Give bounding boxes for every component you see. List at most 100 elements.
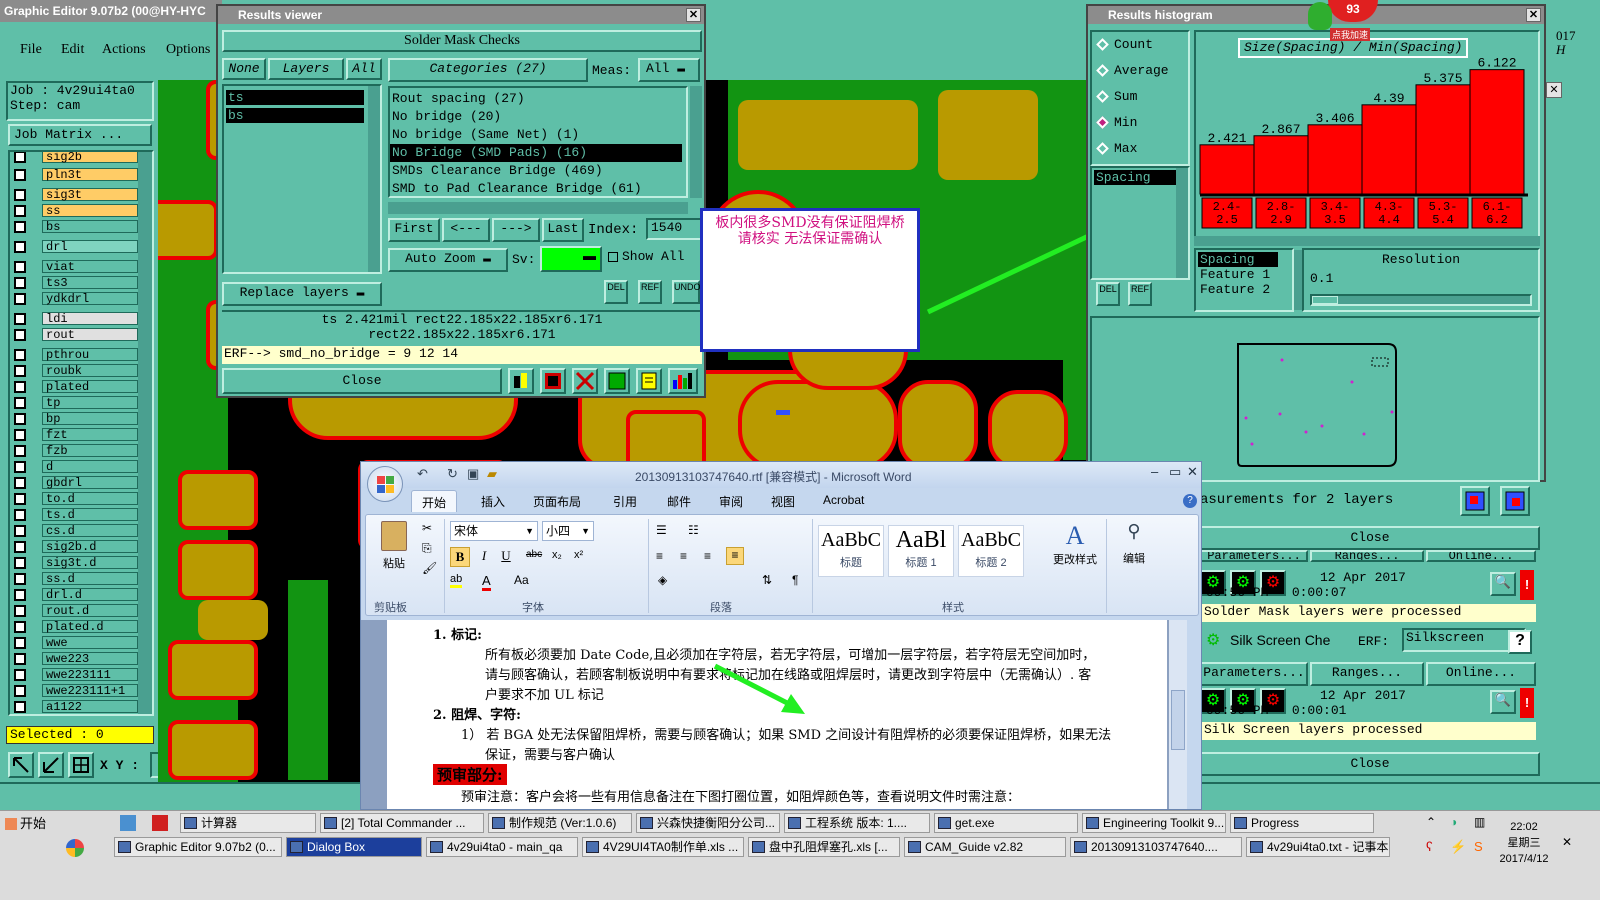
layer-checkbox[interactable] xyxy=(14,653,26,665)
graph-icon-4[interactable] xyxy=(604,368,630,394)
layer-row[interactable]: a1122 xyxy=(10,700,140,714)
layer-row[interactable]: pthrou xyxy=(10,348,140,362)
change-case-icon[interactable]: Aa xyxy=(514,573,529,587)
layer-checkbox[interactable] xyxy=(14,637,26,649)
layer-checkbox[interactable] xyxy=(14,413,26,425)
replace-layers-button[interactable]: Replace layers ▬ xyxy=(222,282,382,306)
spacing-item[interactable]: Spacing xyxy=(1094,170,1178,185)
layer-row[interactable]: plated.d xyxy=(10,620,140,634)
taskbar-button[interactable]: 4V29UI4TA0制作单.xls ... xyxy=(582,837,744,857)
numbering-icon[interactable]: ☷ xyxy=(688,523,699,537)
measure-icon-1[interactable] xyxy=(1460,486,1490,516)
taskbar-button[interactable]: Progress xyxy=(1230,813,1374,833)
online-button-2[interactable]: Online... xyxy=(1426,662,1536,686)
taskbar-button[interactable]: get.exe xyxy=(934,813,1078,833)
layer-checkbox[interactable] xyxy=(14,152,26,163)
ranges-button-1[interactable]: Ranges... xyxy=(1310,550,1424,562)
layer-checkbox[interactable] xyxy=(14,169,26,181)
layer-row[interactable]: drl xyxy=(10,240,140,254)
layer-row[interactable]: cs.d xyxy=(10,524,140,538)
editing-button[interactable]: ⚲ 编辑 xyxy=(1114,521,1154,591)
layer-row[interactable]: fzb xyxy=(10,444,140,458)
taskbar-button[interactable]: Graphic Editor 9.07b2 (0... xyxy=(114,837,282,857)
shading-icon[interactable]: ◈ xyxy=(658,573,667,587)
help-icon-word[interactable]: ? xyxy=(1183,494,1197,508)
resolution-slider[interactable] xyxy=(1310,294,1532,306)
layer-row[interactable]: tp xyxy=(10,396,140,410)
show-all-checkbox[interactable] xyxy=(608,252,618,262)
spacing-list[interactable]: Spacing xyxy=(1090,166,1190,280)
menu-options[interactable]: Options xyxy=(166,42,210,58)
clock[interactable]: 22:02 星期三 2017/4/12 xyxy=(1494,819,1554,875)
stat-option[interactable]: Max xyxy=(1092,136,1188,162)
layer-checkbox[interactable] xyxy=(14,277,26,289)
ranges-button-2[interactable]: Ranges... xyxy=(1310,662,1424,686)
sort-icon[interactable]: ⇅ xyxy=(762,573,772,587)
cut-icon[interactable]: ✂ xyxy=(422,521,432,535)
layer-row[interactable]: wwe223 xyxy=(10,652,140,666)
layer-row[interactable]: ts.d xyxy=(10,508,140,522)
params-button-2[interactable]: Parameters... xyxy=(1200,662,1308,686)
layer-checkbox[interactable] xyxy=(14,669,26,681)
layer-row[interactable]: ss.d xyxy=(10,572,140,586)
feature-list[interactable]: Spacing Feature 1 Feature 2 xyxy=(1194,248,1294,312)
layer-row[interactable]: sig3t xyxy=(10,188,140,202)
tool-icon-3[interactable] xyxy=(68,752,94,778)
taskbar-button[interactable]: 盘中孔阻焊塞孔.xls [... xyxy=(748,837,900,857)
layer-checkbox[interactable] xyxy=(14,621,26,633)
graph-icon-2[interactable] xyxy=(540,368,566,394)
ribbon-tab[interactable]: 开始 xyxy=(411,490,458,512)
font-name-select[interactable]: 宋体 ▼ xyxy=(450,521,538,541)
font-size-select[interactable]: 小四 ▼ xyxy=(542,521,594,541)
histogram-bar[interactable] xyxy=(1415,84,1471,195)
minimize-icon[interactable]: – xyxy=(1151,464,1158,479)
categories-list[interactable]: Rout spacing (27) No bridge (20) No bridge… xyxy=(388,86,688,198)
right-close-icon[interactable]: ✕ xyxy=(1546,82,1562,98)
index-input[interactable]: 1540 xyxy=(646,218,702,240)
ribbon-tab[interactable]: 引用 xyxy=(603,490,647,512)
layer-ts[interactable]: ts xyxy=(226,90,364,105)
redo-icon-word[interactable]: ↻ xyxy=(447,466,458,482)
layer-checkbox[interactable] xyxy=(14,189,26,201)
style-swatch[interactable]: AaBbC 标题 2 xyxy=(958,525,1024,577)
graph-icon-5[interactable] xyxy=(636,368,662,394)
layer-row[interactable]: rout.d xyxy=(10,604,140,618)
superscript-button[interactable]: x² xyxy=(574,549,583,561)
category-item[interactable]: No bridge (20) xyxy=(390,108,682,126)
stat-option[interactable]: Min xyxy=(1092,110,1188,136)
feature-2[interactable]: Feature 2 xyxy=(1196,282,1292,297)
prev-button[interactable]: <--- xyxy=(442,218,490,242)
maximize-icon[interactable]: ▭ xyxy=(1169,464,1181,480)
ribbon-tab[interactable]: 邮件 xyxy=(657,490,701,512)
stat-option[interactable]: Average xyxy=(1092,58,1188,84)
align-left-icon[interactable]: ≡ xyxy=(656,549,663,563)
del-icon[interactable]: DEL xyxy=(604,280,628,304)
style-gallery[interactable]: AaBbC 标题 AaBl 标题 1 AaBbC 标题 2 xyxy=(818,521,1038,581)
show-marks-icon[interactable]: ¶ xyxy=(792,573,798,587)
layer-row[interactable]: sig3t.d xyxy=(10,556,140,570)
measure-close-button[interactable]: Close xyxy=(1200,526,1540,550)
ribbon-tab[interactable]: 视图 xyxy=(761,490,805,512)
layer-bs[interactable]: bs xyxy=(226,108,364,123)
meas-select[interactable]: All ▬ xyxy=(638,58,700,82)
categories-button[interactable]: Categories (27) xyxy=(388,58,588,82)
layer-checkbox[interactable] xyxy=(14,493,26,505)
graph-icon-1[interactable] xyxy=(508,368,534,394)
taskbar-button[interactable]: 工程系统 版本: 1.... xyxy=(784,813,930,833)
none-button[interactable]: None xyxy=(222,58,266,80)
layer-row[interactable]: roubk xyxy=(10,364,140,378)
align-right-icon[interactable]: ≡ xyxy=(704,549,711,563)
open-icon-word[interactable]: ▰ xyxy=(487,466,497,482)
style-swatch[interactable]: AaBl 标题 1 xyxy=(888,525,954,577)
layer-checkbox[interactable] xyxy=(14,605,26,617)
ribbon-tab[interactable]: 插入 xyxy=(471,490,515,512)
layer-row[interactable]: bp xyxy=(10,412,140,426)
tool-icon-2[interactable] xyxy=(38,752,64,778)
word-close-icon[interactable]: ✕ xyxy=(1187,464,1198,480)
warning-icon-2[interactable]: ! xyxy=(1520,688,1534,718)
justify-icon[interactable]: ≡ xyxy=(726,547,744,565)
feature-spacing[interactable]: Spacing xyxy=(1198,252,1278,267)
layer-checkbox[interactable] xyxy=(14,205,26,217)
layer-checkbox[interactable] xyxy=(14,329,26,341)
font-color-icon[interactable]: A xyxy=(482,573,491,591)
